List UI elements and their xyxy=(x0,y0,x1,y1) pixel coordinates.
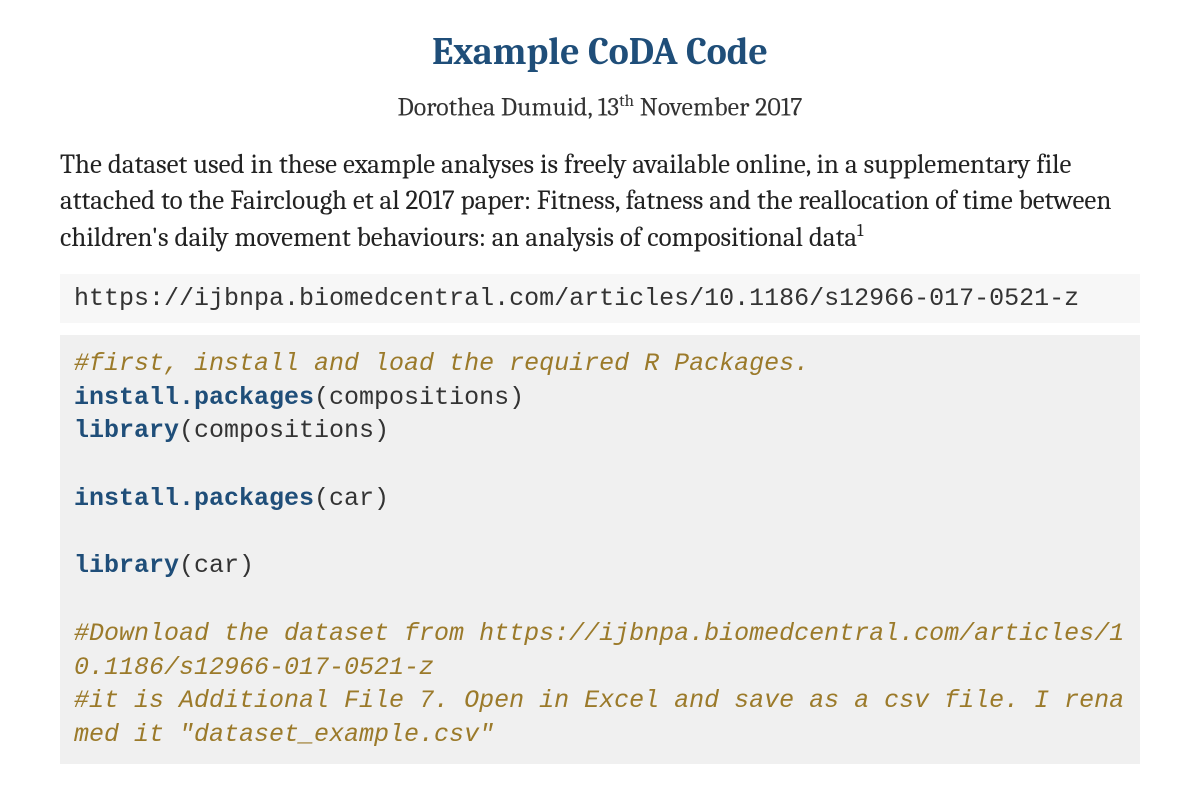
code-keyword: library xyxy=(74,551,179,580)
code-keyword: library xyxy=(74,416,179,445)
code-comment: #first, install and load the required R … xyxy=(74,349,809,378)
author-name: Dorothea Dumuid xyxy=(398,93,588,123)
footnote-ref: 1 xyxy=(857,221,863,241)
code-keyword: install.packages xyxy=(74,383,314,412)
date-ordinal: th xyxy=(619,92,634,111)
byline: Dorothea Dumuid, 13th November 2017 xyxy=(60,92,1140,123)
r-code-block: #first, install and load the required R … xyxy=(60,335,1140,764)
code-comment: #it is Additional File 7. Open in Excel … xyxy=(74,686,1124,749)
code-args: (compositions) xyxy=(179,416,389,445)
dataset-url: https://ijbnpa.biomedcentral.com/article… xyxy=(60,274,1140,323)
date-suffix: November 2017 xyxy=(634,93,802,123)
date-prefix: , 13 xyxy=(587,93,619,123)
intro-paragraph: The dataset used in these example analys… xyxy=(60,147,1140,256)
code-args: (car) xyxy=(179,551,254,580)
code-args: (compositions) xyxy=(314,383,524,412)
document-title: Example CoDA Code xyxy=(60,30,1140,74)
code-args: (car) xyxy=(314,484,389,513)
code-keyword: install.packages xyxy=(74,484,314,513)
code-comment: #Download the dataset from https://ijbnp… xyxy=(74,619,1124,682)
intro-text: The dataset used in these example analys… xyxy=(60,149,1111,253)
